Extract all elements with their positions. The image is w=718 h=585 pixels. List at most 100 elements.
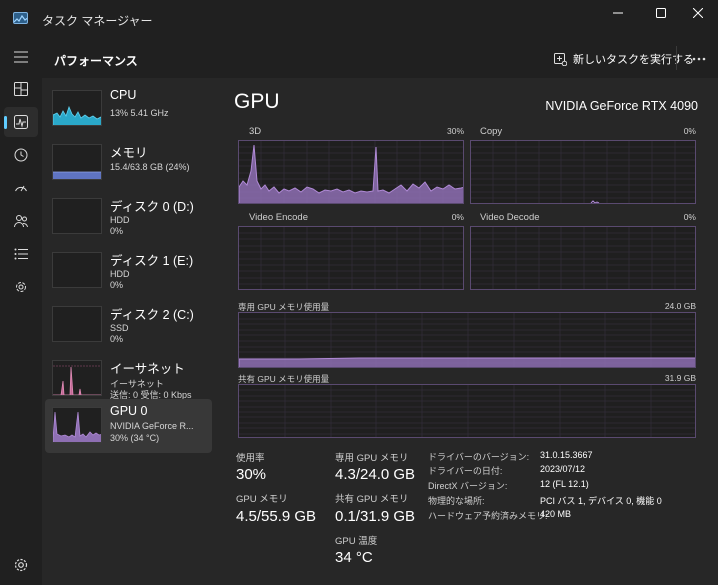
- device-item-gpu-0[interactable]: GPU 0 NVIDIA GeForce R... 30% (34 °C): [45, 399, 212, 453]
- engine-percent-video-encode: 0%: [451, 212, 464, 222]
- performance-icon: [14, 115, 28, 129]
- hamburger-menu-button[interactable]: [4, 42, 38, 72]
- gpu-temperature-value: 34 °C: [335, 549, 373, 566]
- driver-version-value: 31.0.15.3667: [540, 450, 593, 460]
- driver-date-label: ドライバーの日付:: [428, 466, 503, 476]
- engine-label-3d: 3D: [249, 126, 262, 137]
- device-usage: 0%: [110, 226, 124, 236]
- nav-performance[interactable]: [4, 107, 38, 137]
- memory-thumbnail-graph: [52, 144, 102, 180]
- utilization-label: 使用率: [236, 453, 265, 464]
- gpu-title: GPU: [234, 90, 280, 113]
- driver-version-label: ドライバーのバージョン:: [428, 452, 530, 462]
- device-detail: 15.4/63.8 GB (24%): [110, 162, 190, 172]
- dedicated-memory-graph-max: 24.0 GB: [664, 301, 696, 311]
- shared-memory-graph-max: 31.9 GB: [664, 373, 696, 383]
- device-item-disk-2[interactable]: ディスク 2 (C:) SSD 0%: [45, 300, 212, 352]
- nav-startup-apps[interactable]: [4, 173, 38, 203]
- nav-processes[interactable]: [4, 74, 38, 104]
- device-list: CPU 13% 5.41 GHz メモリ 15.4/63.8 GB (24%) …: [42, 78, 222, 585]
- close-icon: [693, 8, 703, 18]
- device-detail: 13% 5.41 GHz: [110, 108, 169, 118]
- maximize-icon: [656, 8, 666, 18]
- utilization-value: 30%: [236, 466, 267, 483]
- hamburger-icon: [14, 51, 28, 63]
- device-usage: 0%: [110, 334, 124, 344]
- gpu-detail-panel: GPU NVIDIA GeForce RTX 4090 3D 30% Copy …: [222, 78, 718, 585]
- shared-memory-value: 0.1/31.9 GB: [335, 508, 416, 525]
- device-usage: 30% (34 °C): [110, 433, 160, 443]
- more-options-button[interactable]: [688, 50, 710, 68]
- device-name: ディスク 0 (D:): [110, 200, 194, 214]
- ethernet-thumbnail-graph: [52, 360, 102, 396]
- dedicated-memory-graph: [238, 312, 696, 368]
- run-task-icon: [554, 52, 567, 66]
- disk-0-thumbnail-graph: [52, 198, 102, 234]
- details-icon: [14, 248, 28, 260]
- device-item-disk-0[interactable]: ディスク 0 (D:) HDD 0%: [45, 192, 212, 244]
- more-icon: [692, 57, 706, 61]
- disk-2-thumbnail-graph: [52, 306, 102, 342]
- header-divider: [676, 46, 677, 70]
- minimize-button[interactable]: [596, 0, 640, 26]
- dedicated-memory-value: 4.3/24.0 GB: [335, 466, 416, 483]
- services-icon: [16, 282, 26, 292]
- close-button[interactable]: [676, 0, 718, 26]
- device-detail: NVIDIA GeForce R...: [110, 421, 194, 431]
- nav-app-history[interactable]: [4, 140, 38, 170]
- reserved-memory-label: ハードウェア予約済みメモリ:: [428, 511, 548, 521]
- device-detail: SSD: [110, 323, 129, 333]
- device-item-disk-1[interactable]: ディスク 1 (E:) HDD 0%: [45, 246, 212, 298]
- engine-label-video-decode: Video Decode: [480, 212, 540, 223]
- nav-details[interactable]: [4, 239, 38, 269]
- minimize-icon: [613, 12, 623, 14]
- device-name: メモリ: [110, 146, 148, 160]
- nav-services[interactable]: [4, 272, 38, 302]
- device-name: ディスク 2 (C:): [110, 308, 194, 322]
- device-item-cpu[interactable]: CPU 13% 5.41 GHz: [45, 84, 212, 136]
- driver-date-value: 2023/07/12: [540, 464, 586, 474]
- gpu-model-name: NVIDIA GeForce RTX 4090: [545, 99, 698, 113]
- engine-label-copy: Copy: [480, 126, 503, 137]
- physical-location-label: 物理的な場所:: [428, 496, 485, 506]
- nav-users[interactable]: [4, 206, 38, 236]
- engine-percent-3d: 30%: [446, 126, 464, 136]
- reserved-memory-value: 420 MB: [540, 509, 572, 519]
- run-new-task-button[interactable]: 新しいタスクを実行する: [554, 50, 694, 68]
- engine-graph-3d: [238, 140, 464, 204]
- disk-1-thumbnail-graph: [52, 252, 102, 288]
- gpu-thumbnail-graph: [52, 407, 102, 443]
- engine-graph-video-decode: [470, 226, 696, 290]
- directx-version-label: DirectX バージョン:: [428, 481, 508, 491]
- startup-apps-icon: [15, 185, 27, 192]
- app-history-icon: [14, 148, 28, 162]
- engine-graph-copy: [470, 140, 696, 204]
- engine-percent-video-decode: 0%: [683, 212, 696, 222]
- gpu-memory-label: GPU メモリ: [236, 494, 288, 505]
- navigation-rail: [0, 38, 42, 585]
- task-manager-app-icon: [13, 12, 28, 24]
- processes-icon: [14, 82, 28, 96]
- title-bar: タスク マネージャー: [0, 0, 718, 38]
- gpu-temperature-label: GPU 温度: [335, 536, 378, 547]
- device-name: CPU: [110, 88, 137, 102]
- cpu-thumbnail-graph: [52, 90, 102, 126]
- device-name: イーサネット: [110, 362, 185, 376]
- gpu-memory-value: 4.5/55.9 GB: [236, 508, 317, 525]
- device-name: GPU 0: [110, 404, 148, 418]
- engine-label-video-encode: Video Encode: [249, 212, 308, 223]
- engine-percent-copy: 0%: [683, 126, 696, 136]
- gear-icon[interactable]: [12, 556, 30, 574]
- directx-version-value: 12 (FL 12.1): [540, 479, 589, 489]
- window-title: タスク マネージャー: [42, 14, 153, 28]
- device-name: ディスク 1 (E:): [110, 254, 194, 268]
- device-item-memory[interactable]: メモリ 15.4/63.8 GB (24%): [45, 138, 212, 190]
- page-header: パフォーマンス 新しいタスクを実行する: [42, 38, 718, 78]
- users-icon: [14, 215, 28, 228]
- page-title: パフォーマンス: [54, 54, 138, 68]
- device-usage: 0%: [110, 280, 124, 290]
- device-detail: HDD: [110, 269, 130, 279]
- device-detail: HDD: [110, 215, 130, 225]
- engine-graph-video-encode: [238, 226, 464, 290]
- physical-location-value: PCI バス 1, デバイス 0, 機能 0: [540, 496, 662, 506]
